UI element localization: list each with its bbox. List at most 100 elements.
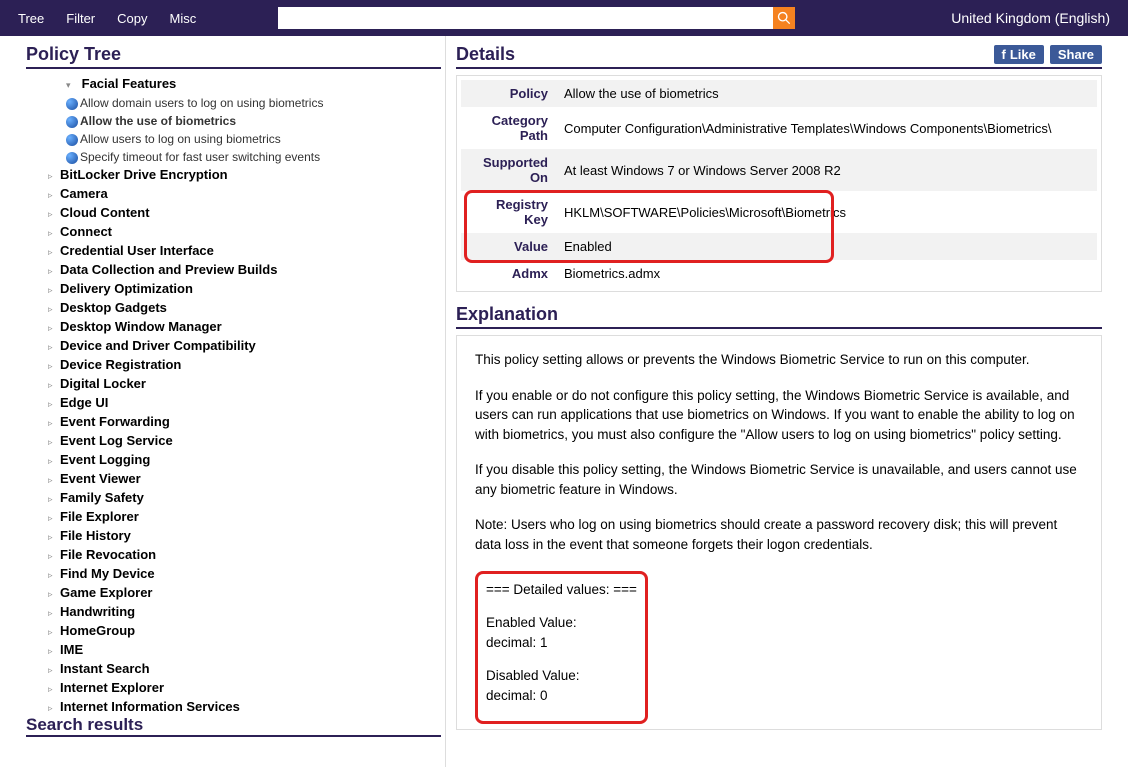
tree-node[interactable]: Desktop Gadgets — [60, 300, 167, 315]
chevron-right-icon[interactable]: ▹ — [48, 187, 58, 204]
tree-node[interactable]: Credential User Interface — [60, 243, 214, 258]
tree-node[interactable]: Camera — [60, 186, 108, 201]
search-input[interactable] — [278, 7, 773, 29]
tree-node[interactable]: Device Registration — [60, 357, 181, 372]
chevron-right-icon[interactable]: ▹ — [48, 415, 58, 432]
tree-node[interactable]: Game Explorer — [60, 585, 153, 600]
chevron-right-icon[interactable]: ▹ — [48, 168, 58, 185]
details-key: Registry Key — [461, 191, 556, 233]
tree-node[interactable]: File Revocation — [60, 547, 156, 562]
explanation-body[interactable]: This policy setting allows or prevents t… — [456, 335, 1102, 730]
tree-node[interactable]: File Explorer — [60, 509, 139, 524]
globe-icon — [66, 152, 78, 164]
share-button[interactable]: Share — [1050, 45, 1102, 64]
tree-node-facial-features[interactable]: Facial Features — [82, 76, 177, 91]
expl-p2: If you enable or do not configure this p… — [475, 386, 1083, 445]
details-row: AdmxBiometrics.admx — [461, 260, 1097, 287]
chevron-right-icon[interactable]: ▹ — [48, 358, 58, 375]
globe-icon — [66, 116, 78, 128]
chevron-right-icon[interactable]: ▹ — [48, 244, 58, 261]
tree-node[interactable]: Event Log Service — [60, 433, 173, 448]
tree-leaf[interactable]: Allow users to log on using biometrics — [80, 132, 281, 146]
tree-leaf[interactable]: Allow the use of biometrics — [80, 114, 236, 128]
tree-node[interactable]: Event Viewer — [60, 471, 141, 486]
tree-node[interactable]: Digital Locker — [60, 376, 146, 391]
tree-leaf[interactable]: Specify timeout for fast user switching … — [80, 150, 320, 164]
chevron-right-icon[interactable]: ▹ — [48, 567, 58, 584]
tree-node[interactable]: Instant Search — [60, 661, 150, 676]
tree-node[interactable]: Data Collection and Preview Builds — [60, 262, 277, 277]
details-row: ValueEnabled — [461, 233, 1097, 260]
chevron-right-icon[interactable]: ▹ — [48, 453, 58, 470]
dv-enabled: Enabled Value:decimal: 1 — [486, 613, 637, 652]
tree-leaf[interactable]: Allow domain users to log on using biome… — [80, 96, 323, 110]
details-key: Supported On — [461, 149, 556, 191]
chevron-right-icon[interactable]: ▹ — [48, 472, 58, 489]
tree-node[interactable]: Event Forwarding — [60, 414, 170, 429]
like-button[interactable]: f Like — [994, 45, 1044, 64]
chevron-right-icon[interactable]: ▹ — [48, 491, 58, 508]
tree-node[interactable]: Family Safety — [60, 490, 144, 505]
chevron-right-icon[interactable]: ▹ — [48, 681, 58, 698]
tree-node[interactable]: Cloud Content — [60, 205, 150, 220]
chevron-right-icon[interactable]: ▹ — [48, 700, 58, 711]
chevron-right-icon[interactable]: ▹ — [48, 282, 58, 299]
expl-p1: This policy setting allows or prevents t… — [475, 350, 1083, 370]
chevron-right-icon[interactable]: ▹ — [48, 434, 58, 451]
search-wrap — [278, 7, 795, 29]
tree-node[interactable]: Find My Device — [60, 566, 155, 581]
details-value: HKLM\SOFTWARE\Policies\Microsoft\Biometr… — [556, 191, 1097, 233]
chevron-right-icon[interactable]: ▹ — [48, 586, 58, 603]
tree-node[interactable]: HomeGroup — [60, 623, 135, 638]
dv-disabled: Disabled Value:decimal: 0 — [486, 666, 637, 705]
tree-node[interactable]: Delivery Optimization — [60, 281, 193, 296]
chevron-right-icon[interactable]: ▹ — [48, 529, 58, 546]
tree-node[interactable]: Internet Explorer — [60, 680, 164, 695]
details-row: PolicyAllow the use of biometrics — [461, 80, 1097, 107]
chevron-right-icon[interactable]: ▹ — [48, 339, 58, 356]
globe-icon — [66, 134, 78, 146]
menu-tree[interactable]: Tree — [18, 11, 44, 26]
tree-node[interactable]: Edge UI — [60, 395, 108, 410]
tree-node[interactable]: IME — [60, 642, 83, 657]
tree-node[interactable]: Desktop Window Manager — [60, 319, 222, 334]
tree-node[interactable]: File History — [60, 528, 131, 543]
chevron-right-icon[interactable]: ▹ — [48, 548, 58, 565]
details-table-wrap: PolicyAllow the use of biometricsCategor… — [456, 75, 1102, 292]
chevron-right-icon[interactable]: ▹ — [48, 624, 58, 641]
chevron-right-icon[interactable]: ▹ — [48, 396, 58, 413]
tree-node[interactable]: Device and Driver Compatibility — [60, 338, 256, 353]
chevron-right-icon[interactable]: ▹ — [48, 377, 58, 394]
chevron-right-icon[interactable]: ▹ — [48, 206, 58, 223]
chevron-down-icon[interactable]: ▾ — [66, 77, 76, 94]
chevron-right-icon[interactable]: ▹ — [48, 320, 58, 337]
search-button[interactable] — [773, 7, 795, 29]
tree-node[interactable]: Connect — [60, 224, 112, 239]
menu-misc[interactable]: Misc — [170, 11, 197, 26]
details-key: Policy — [461, 80, 556, 107]
share-label: Share — [1058, 47, 1094, 62]
tree-node[interactable]: BitLocker Drive Encryption — [60, 167, 228, 182]
tree-node[interactable]: Event Logging — [60, 452, 150, 467]
chevron-right-icon[interactable]: ▹ — [48, 301, 58, 318]
topbar: Tree Filter Copy Misc United Kingdom (En… — [0, 0, 1128, 36]
menu-filter[interactable]: Filter — [66, 11, 95, 26]
details-value: Enabled — [556, 233, 1097, 260]
search-icon — [777, 11, 791, 25]
details-value: Allow the use of biometrics — [556, 80, 1097, 107]
chevron-right-icon[interactable]: ▹ — [48, 510, 58, 527]
chevron-right-icon[interactable]: ▹ — [48, 643, 58, 660]
locale-label[interactable]: United Kingdom (English) — [951, 10, 1110, 26]
tree-scroll[interactable]: ▾ Facial Features Allow domain users to … — [26, 75, 441, 711]
details-key: Admx — [461, 260, 556, 287]
tree-node[interactable]: Handwriting — [60, 604, 135, 619]
menu-copy[interactable]: Copy — [117, 11, 147, 26]
facebook-icon: f — [1002, 47, 1006, 62]
chevron-right-icon[interactable]: ▹ — [48, 605, 58, 622]
details-table: PolicyAllow the use of biometricsCategor… — [461, 80, 1097, 287]
chevron-right-icon[interactable]: ▹ — [48, 662, 58, 679]
tree-node[interactable]: Internet Information Services — [60, 699, 240, 711]
chevron-right-icon[interactable]: ▹ — [48, 225, 58, 242]
chevron-right-icon[interactable]: ▹ — [48, 263, 58, 280]
like-label: Like — [1010, 47, 1036, 62]
